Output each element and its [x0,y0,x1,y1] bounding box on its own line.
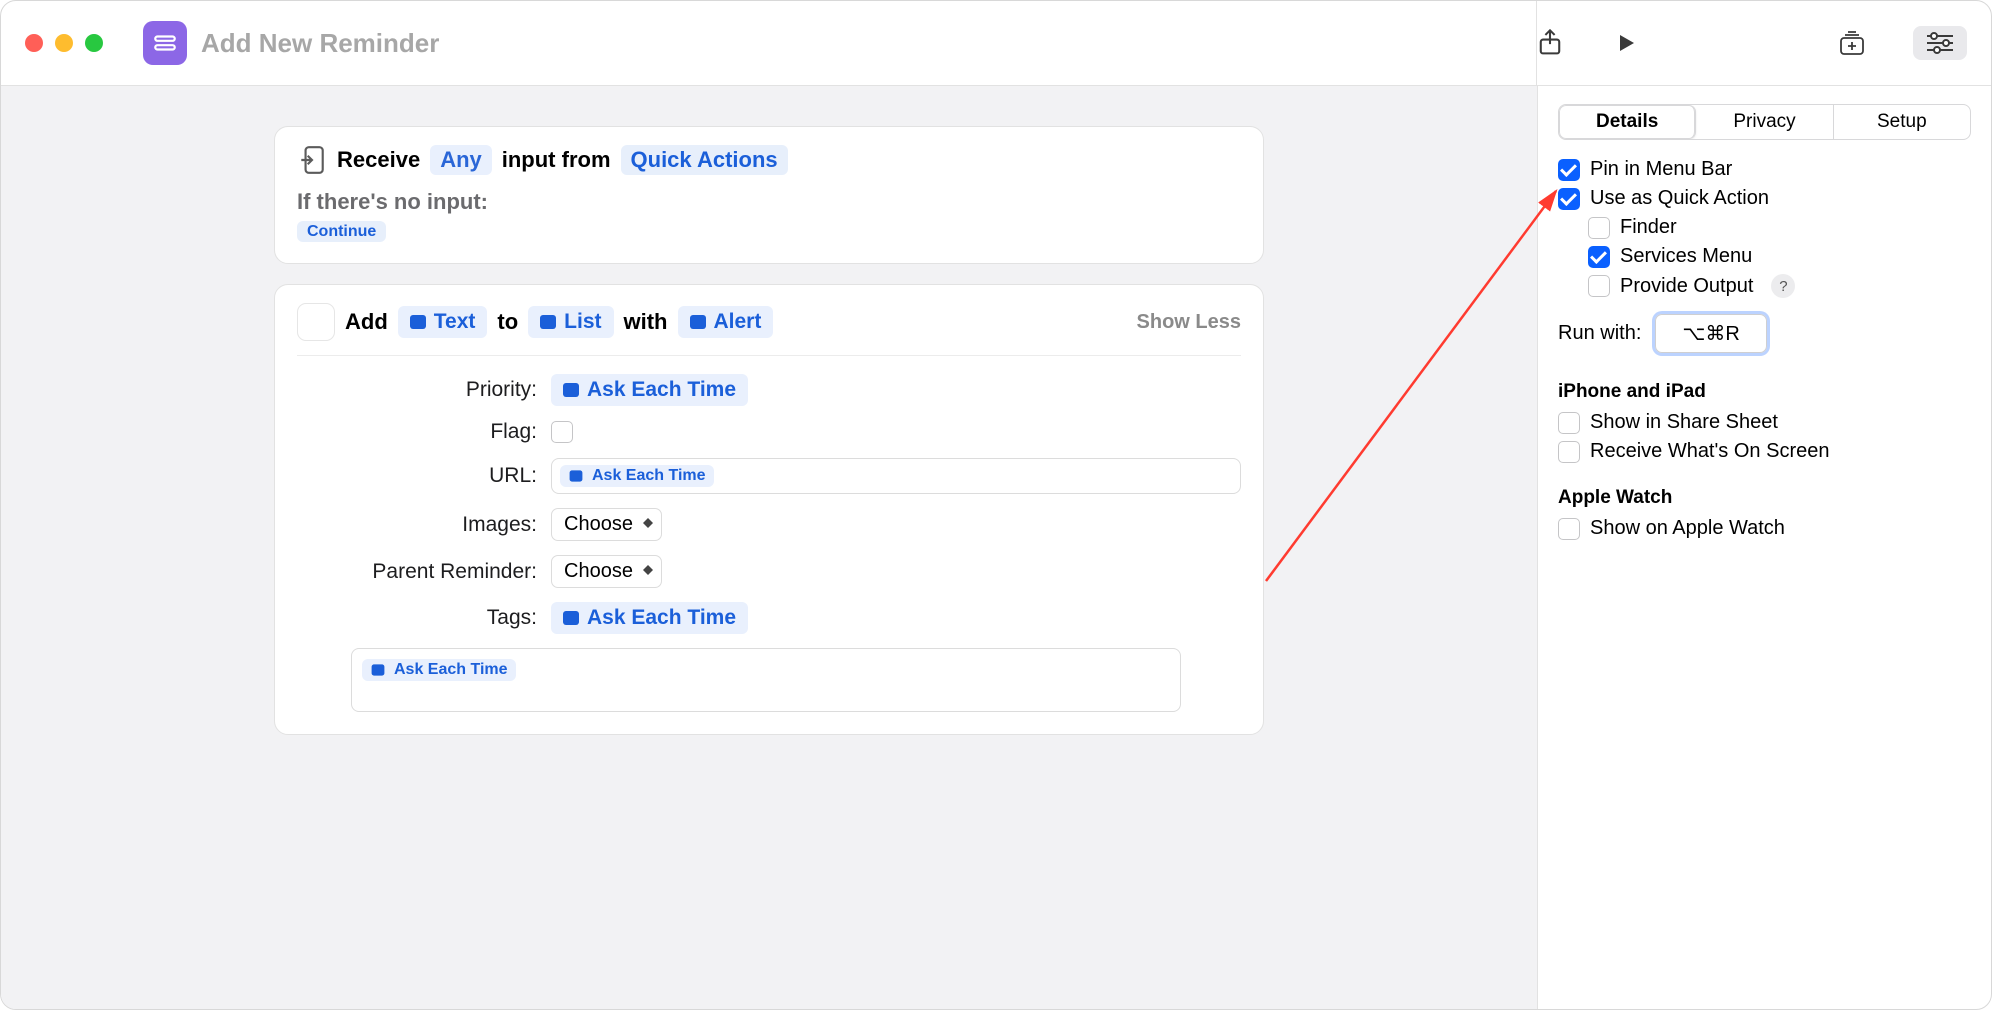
show-less-button[interactable]: Show Less [1137,311,1241,334]
input-from-label: input from [502,147,611,173]
inspector-toggle-button[interactable] [1913,26,1967,60]
keyboard-shortcut-field[interactable]: ⌥⌘R [1655,314,1767,353]
iphone-ipad-header: iPhone and iPad [1558,381,1971,403]
ask-icon [563,383,579,397]
add-reminder-action-card[interactable]: Add Text to List with Alert Show Less Pr… [274,284,1264,735]
run-button[interactable] [1609,26,1643,60]
provide-output-checkbox[interactable] [1588,275,1610,297]
services-menu-label: Services Menu [1620,245,1752,268]
pin-menubar-label: Pin in Menu Bar [1590,158,1732,181]
inspector-sidebar: Details Privacy Setup Pin in Menu Bar Us… [1537,86,1991,1009]
help-icon[interactable]: ? [1771,274,1795,298]
workflow-canvas[interactable]: Receive Any input from Quick Actions If … [1,86,1537,1009]
priority-label: Priority: [297,378,537,402]
window-controls [25,34,103,52]
ask-icon [540,315,556,329]
details-tab[interactable]: Details [1559,105,1696,139]
no-input-label: If there's no input: [297,189,1241,215]
finder-checkbox[interactable] [1588,217,1610,239]
priority-value-token[interactable]: Ask Each Time [551,374,748,406]
run-with-label: Run with: [1558,322,1641,345]
library-button[interactable] [1837,26,1871,60]
pin-menubar-checkbox[interactable] [1558,159,1580,181]
receive-screen-label: Receive What's On Screen [1590,440,1829,463]
url-value-token[interactable]: Ask Each Time [560,465,714,487]
with-label: with [624,309,668,335]
titlebar: Add New Reminder [1,1,1991,86]
reminder-list-token[interactable]: List [528,306,613,338]
shortcuts-editor-window: Add New Reminder [0,0,1992,1010]
show-share-sheet-label: Show in Share Sheet [1590,411,1778,434]
receive-screen-checkbox[interactable] [1558,441,1580,463]
zoom-window-button[interactable] [85,34,103,52]
show-share-sheet-checkbox[interactable] [1558,412,1580,434]
show-apple-watch-label: Show on Apple Watch [1590,517,1785,540]
url-label: URL: [297,464,537,488]
services-menu-checkbox[interactable] [1588,246,1610,268]
url-input[interactable]: Ask Each Time [551,458,1241,494]
to-label: to [497,309,518,335]
reminder-alert-token[interactable]: Alert [678,306,774,338]
minimize-window-button[interactable] [55,34,73,52]
notes-value-token[interactable]: Ask Each Time [362,659,516,681]
inspector-tab-segmented-control[interactable]: Details Privacy Setup [1558,104,1971,140]
ask-icon [570,470,583,481]
reminders-app-icon [297,303,335,341]
reminder-text-token[interactable]: Text [398,306,488,338]
titlebar-divider [1536,1,1537,85]
images-choose-dropdown[interactable]: Choose [551,508,662,541]
show-apple-watch-checkbox[interactable] [1558,518,1580,540]
window-title[interactable]: Add New Reminder [201,28,439,59]
receive-label: Receive [337,147,420,173]
no-input-action-token[interactable]: Continue [297,221,386,242]
ask-icon [690,315,706,329]
images-label: Images: [297,513,537,537]
setup-tab[interactable]: Setup [1834,105,1970,139]
privacy-tab[interactable]: Privacy [1696,105,1833,139]
receive-input-card[interactable]: Receive Any input from Quick Actions If … [274,126,1264,264]
add-label: Add [345,309,388,335]
use-quick-action-label: Use as Quick Action [1590,187,1769,210]
parent-reminder-choose-dropdown[interactable]: Choose [551,555,662,588]
parent-reminder-label: Parent Reminder: [297,560,537,584]
use-quick-action-checkbox[interactable] [1558,188,1580,210]
ask-icon [372,664,385,675]
input-source-token[interactable]: Quick Actions [621,145,788,175]
action-fields: Priority: Ask Each Time Flag: URL: Ask E… [297,355,1241,712]
share-button[interactable] [1533,26,1567,60]
input-icon [297,145,327,175]
shortcut-icon [143,21,187,65]
tags-value-token[interactable]: Ask Each Time [551,602,748,634]
flag-label: Flag: [297,420,537,444]
ask-icon [563,611,579,625]
finder-label: Finder [1620,216,1677,239]
ask-icon [410,315,426,329]
tags-label: Tags: [297,606,537,630]
apple-watch-header: Apple Watch [1558,487,1971,509]
close-window-button[interactable] [25,34,43,52]
provide-output-label: Provide Output [1620,275,1753,298]
input-type-token[interactable]: Any [430,145,492,175]
flag-checkbox[interactable] [551,421,573,443]
notes-input[interactable]: Ask Each Time [351,648,1181,712]
